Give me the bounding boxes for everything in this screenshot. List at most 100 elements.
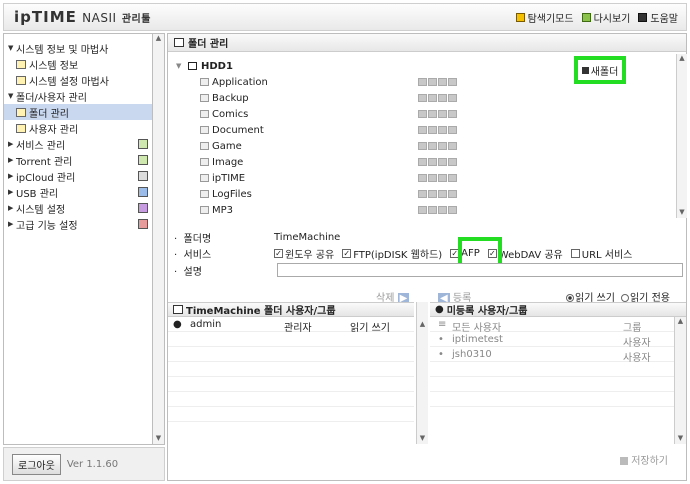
expand-right-icon: ▶ (8, 156, 14, 164)
folder-icon (173, 305, 183, 314)
folder-row[interactable]: Backup (168, 90, 676, 106)
sidebar-item-system-info-wizard[interactable]: ▼ 시스템 정보 및 마법사 (4, 40, 152, 56)
folder-row[interactable]: ipTIME (168, 170, 676, 186)
sidebar-item-service[interactable]: ▶ 서비스 관리 (4, 136, 152, 152)
scroll-down-icon[interactable]: ▼ (675, 434, 686, 442)
save-button[interactable]: 저장하기 (620, 452, 668, 467)
plus-icon (581, 66, 589, 74)
expand-right-icon: ▶ (8, 188, 14, 196)
scroll-up-icon[interactable]: ▲ (153, 34, 164, 42)
user-icon: • (438, 349, 444, 360)
explorer-mode-link[interactable]: 탐색기모드 (515, 10, 574, 25)
sidebar-item-folder-management[interactable]: 폴더 관리 (4, 104, 152, 120)
help-icon (638, 12, 648, 22)
table-row (430, 377, 686, 392)
table-row[interactable]: • jsh0310 사용자 (430, 347, 686, 364)
scroll-down-icon[interactable]: ▼ (153, 434, 164, 442)
folder-row[interactable]: Game (168, 138, 676, 154)
folder-row[interactable]: Image (168, 154, 676, 170)
table-row[interactable]: ≡ 모든 사용자 그룹 (430, 317, 686, 334)
sidebar-item-folder-user[interactable]: ▼ 폴더/사용자 관리 (4, 88, 152, 104)
folder-permission-icons (418, 126, 457, 134)
cloud-icon (138, 171, 148, 181)
folder-permission-icons (418, 142, 457, 150)
table-row[interactable]: ● admin 관리자 읽기 쓰기 (168, 317, 414, 334)
service-icon (138, 139, 148, 149)
sidebar-item-torrent[interactable]: ▶ Torrent 관리 (4, 152, 152, 168)
folder-row[interactable]: Comics (168, 106, 676, 122)
scroll-down-icon[interactable]: ▼ (417, 434, 428, 442)
scroll-down-icon[interactable]: ▼ (677, 208, 687, 216)
version-label: Ver 1.1.60 (66, 458, 119, 470)
logo-product: NASII (82, 11, 117, 25)
expand-down-icon: ▼ (8, 92, 14, 100)
scroll-up-icon[interactable]: ▲ (417, 320, 428, 328)
sidebar-scrollbar[interactable]: ▲ ▼ (152, 33, 165, 445)
folder-name-row: · 폴더명 TimeMachine (174, 231, 341, 245)
folder-icon (200, 126, 209, 134)
description-input[interactable] (277, 263, 683, 277)
user-icon: • (438, 334, 444, 345)
windows-share-checkbox[interactable]: ✓ 윈도우 공유 (274, 246, 334, 261)
table-row (168, 332, 414, 347)
table-row (168, 347, 414, 362)
folder-icon (200, 190, 209, 198)
logout-button[interactable]: 로그아웃 (12, 453, 61, 475)
sidebar: ▼ 시스템 정보 및 마법사 시스템 정보 시스템 설정 마법사 ▼ 폴더/사용자 … (3, 33, 153, 445)
description-row: · 설명 (174, 266, 202, 278)
logo-suffix: 관리툴 (121, 14, 151, 25)
settings-icon (138, 203, 148, 213)
top-bar: ipTIME NASII 관리툴 탐색기모드 다시보기 도움말 (3, 3, 687, 31)
user-icon: ● (173, 319, 182, 330)
table-row (430, 392, 686, 407)
expand-right-icon: ▶ (8, 204, 14, 212)
folder-icon (200, 94, 209, 102)
sidebar-item-advanced[interactable]: ▶ 고급 기능 설정 (4, 216, 152, 232)
sidebar-item-ipcloud[interactable]: ▶ ipCloud 관리 (4, 168, 152, 184)
services-row: · 서비스 ✓ 윈도우 공유 ✓ FTP(ipDISK 웹하드) ✓ AFP ✓ Web… (174, 246, 633, 261)
collapse-icon: ▼ (176, 62, 182, 70)
ftp-checkbox[interactable]: ✓ FTP(ipDISK 웹하드) (342, 246, 442, 261)
scroll-up-icon[interactable]: ▲ (677, 54, 687, 62)
url-service-checkbox[interactable]: URL 서비스 (570, 246, 632, 261)
disk-icon (188, 62, 197, 70)
sidebar-item-usb[interactable]: ▶ USB 관리 (4, 184, 152, 200)
assigned-scrollbar[interactable]: ▲ ▼ (416, 302, 428, 444)
folder-icon (200, 142, 209, 150)
folder-icon (200, 158, 209, 166)
table-row (168, 392, 414, 407)
help-link[interactable]: 도움말 (638, 10, 678, 25)
unassigned-users-table: ● 미등록 사용자/그룹 ≡ 모든 사용자 그룹 • iptimetest 사용… (430, 302, 686, 444)
scroll-up-icon[interactable]: ▲ (675, 317, 686, 325)
save-icon (620, 457, 628, 465)
table-row[interactable]: • iptimetest 사용자 (430, 332, 686, 349)
folder-permission-icons (418, 174, 457, 182)
folder-row[interactable]: MP3 (168, 202, 676, 218)
app-logo: ipTIME NASII 관리툴 (14, 8, 151, 26)
unassigned-scrollbar[interactable]: ▲ ▼ (674, 317, 686, 444)
sidebar-item-user-management[interactable]: 사용자 관리 (4, 120, 152, 136)
logo-brand: ipTIME (14, 8, 77, 26)
folder-permission-icons (418, 190, 457, 198)
assigned-users-header: TimeMachine 폴더 사용자/그룹 (168, 303, 414, 317)
main-panel: 폴더 관리 ▼ HDD1 Application Backup Comics D… (167, 33, 687, 481)
top-nav: 탐색기모드 다시보기 도움말 (515, 10, 678, 25)
folder-permission-icons (418, 94, 457, 102)
sidebar-item-system-settings[interactable]: ▶ 시스템 설정 (4, 200, 152, 216)
refresh-link[interactable]: 다시보기 (581, 10, 630, 25)
folder-permission-icons (418, 206, 457, 214)
folder-list-scrollbar[interactable]: ▲ ▼ (676, 54, 687, 218)
folder-icon (200, 78, 209, 86)
sidebar-item-system-info[interactable]: 시스템 정보 (4, 56, 152, 72)
folder-permission-icons (418, 158, 457, 166)
folder-row[interactable]: LogFiles (168, 186, 676, 202)
advanced-icon (138, 219, 148, 229)
torrent-icon (138, 155, 148, 165)
new-folder-button[interactable]: 새폴더 (574, 56, 626, 84)
page-title: 폴더 관리 (188, 39, 229, 50)
folder-row[interactable]: Document (168, 122, 676, 138)
sidebar-footer: 로그아웃 Ver 1.1.60 (3, 447, 165, 481)
refresh-icon (581, 12, 591, 22)
expand-right-icon: ▶ (8, 172, 14, 180)
sidebar-item-setup-wizard[interactable]: 시스템 설정 마법사 (4, 72, 152, 88)
